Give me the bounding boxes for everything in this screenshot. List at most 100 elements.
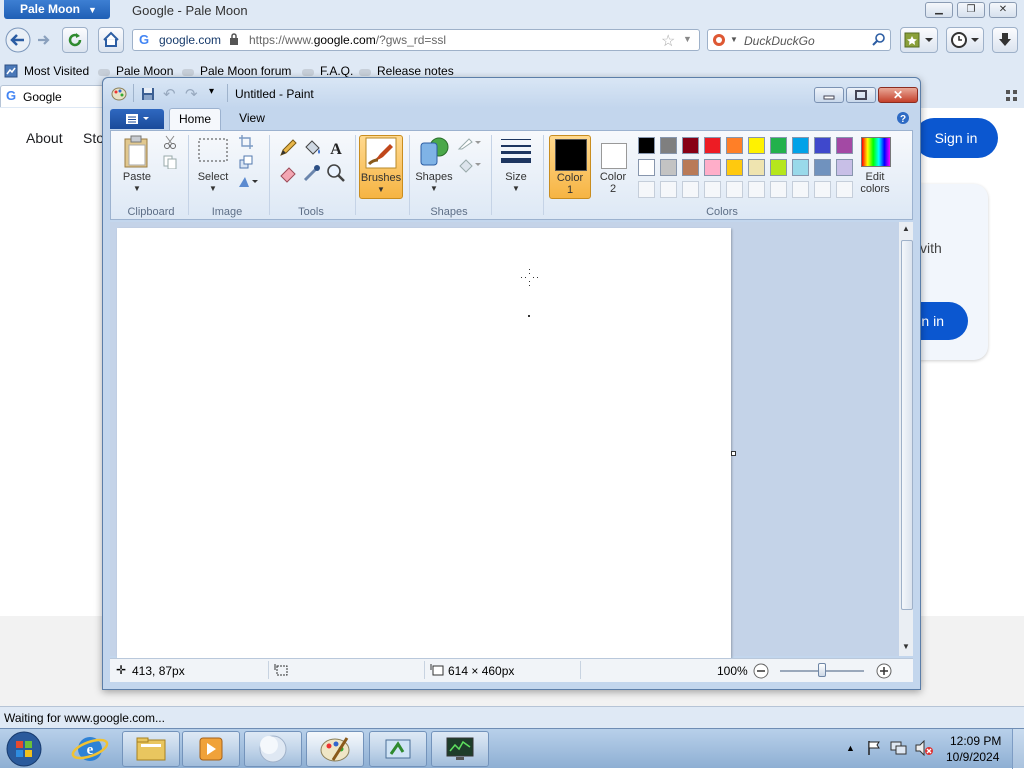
drawing-canvas[interactable] — [117, 228, 731, 658]
taskbar-monitor-app[interactable] — [431, 731, 489, 767]
bookmark-pale-moon-forum[interactable]: Pale Moon forum — [200, 64, 291, 78]
custom-color-slot[interactable] — [660, 181, 677, 198]
qat-customize-icon[interactable]: ▾ — [209, 86, 214, 97]
canvas-resize-handle[interactable] — [731, 451, 736, 456]
clock-time[interactable]: 12:09 PM — [950, 734, 1001, 748]
paint-maximize-button[interactable] — [846, 87, 876, 103]
clock-date[interactable]: 10/9/2024 — [946, 750, 999, 764]
zoom-in-button[interactable] — [876, 663, 892, 679]
outline-icon[interactable] — [457, 135, 483, 151]
search-icon[interactable] — [872, 33, 886, 47]
google-store-link[interactable]: Sto — [83, 130, 104, 146]
scroll-down-icon[interactable]: ▼ — [902, 642, 910, 651]
minimize-button[interactable]: ▁ — [925, 2, 953, 18]
brushes-button[interactable]: Brushes ▼ — [359, 135, 403, 199]
shapes-button[interactable]: Shapes ▼ — [415, 135, 453, 199]
search-engine-dropdown-icon[interactable]: ▼ — [730, 35, 738, 44]
bookmark-star-icon[interactable]: ☆ — [661, 31, 675, 51]
scroll-up-icon[interactable]: ▲ — [902, 224, 910, 233]
crop-icon[interactable] — [239, 135, 253, 149]
palette-swatch[interactable] — [682, 159, 699, 176]
custom-color-slot[interactable] — [682, 181, 699, 198]
palette-swatch[interactable] — [748, 137, 765, 154]
palette-swatch[interactable] — [770, 159, 787, 176]
pencil-icon[interactable] — [277, 137, 299, 159]
bookmark-release-notes[interactable]: Release notes — [377, 64, 454, 78]
palette-swatch[interactable] — [770, 137, 787, 154]
reload-button[interactable] — [62, 27, 88, 53]
close-button[interactable]: ✕ — [989, 2, 1017, 18]
palette-swatch[interactable] — [682, 137, 699, 154]
palette-swatch[interactable] — [814, 159, 831, 176]
custom-color-slot[interactable] — [726, 181, 743, 198]
taskbar-pale-moon[interactable] — [244, 731, 302, 767]
palette-swatch[interactable] — [704, 137, 721, 154]
color-picker-icon[interactable] — [301, 162, 323, 184]
help-icon[interactable]: ? — [896, 111, 910, 125]
show-hidden-icons-icon[interactable]: ▲ — [846, 743, 855, 753]
zoom-slider-thumb[interactable] — [818, 663, 826, 677]
custom-color-slot[interactable] — [770, 181, 787, 198]
google-sign-in-button[interactable]: Sign in — [914, 118, 998, 158]
tab-list-icon[interactable] — [1006, 90, 1018, 102]
edit-colors-button[interactable]: Edit colors — [855, 135, 895, 199]
paint-close-button[interactable]: ✕ — [878, 87, 918, 103]
custom-color-slot[interactable] — [836, 181, 853, 198]
fill-icon[interactable] — [457, 157, 483, 173]
downloads-button[interactable] — [992, 27, 1018, 53]
palette-swatch[interactable] — [660, 159, 677, 176]
palette-swatch[interactable] — [660, 137, 677, 154]
cut-icon[interactable] — [163, 135, 177, 149]
palette-swatch[interactable] — [836, 159, 853, 176]
bookmark-most-visited[interactable]: Most Visited — [24, 64, 89, 78]
resize-icon[interactable] — [239, 155, 253, 169]
custom-color-slot[interactable] — [792, 181, 809, 198]
paint-minimize-button[interactable] — [814, 87, 844, 103]
eraser-icon[interactable] — [277, 162, 299, 184]
palette-swatch[interactable] — [814, 137, 831, 154]
google-about-link[interactable]: About — [26, 130, 63, 146]
palette-swatch[interactable] — [638, 159, 655, 176]
taskbar-explorer[interactable] — [122, 731, 180, 767]
custom-color-slot[interactable] — [814, 181, 831, 198]
show-desktop-button[interactable] — [1012, 729, 1024, 769]
scrollbar-thumb[interactable] — [901, 240, 913, 610]
search-bar[interactable]: ▼ DuckDuckGo — [707, 29, 891, 51]
palette-swatch[interactable] — [726, 159, 743, 176]
paint-file-menu-button[interactable] — [110, 109, 164, 129]
palette-swatch[interactable] — [836, 137, 853, 154]
home-button[interactable] — [98, 27, 124, 53]
rotate-icon[interactable] — [237, 175, 259, 189]
palette-swatch[interactable] — [748, 159, 765, 176]
paste-button[interactable]: Paste ▼ — [119, 135, 155, 199]
save-icon[interactable] — [141, 87, 155, 101]
color1-button[interactable]: Color 1 — [549, 135, 591, 199]
taskbar-paint[interactable] — [306, 731, 364, 767]
bookmark-faq[interactable]: F.A.Q. — [320, 64, 353, 78]
undo-icon[interactable]: ↶ — [163, 85, 176, 103]
redo-icon[interactable]: ↷ — [185, 85, 198, 103]
custom-color-slot[interactable] — [638, 181, 655, 198]
site-identity[interactable]: google.com — [159, 33, 221, 47]
tab-google[interactable]: G Google — [0, 85, 104, 107]
url-text[interactable]: https://www.google.com/?gws_rd=ssl — [249, 33, 446, 47]
magnifier-icon[interactable] — [325, 162, 347, 184]
select-button[interactable]: Select ▼ — [195, 135, 231, 199]
palette-swatch[interactable] — [792, 137, 809, 154]
history-button[interactable] — [946, 27, 984, 53]
size-button[interactable]: Size ▼ — [497, 135, 535, 199]
taskbar-app[interactable] — [369, 731, 427, 767]
custom-color-slot[interactable] — [748, 181, 765, 198]
network-icon[interactable] — [890, 740, 908, 756]
zoom-out-button[interactable] — [753, 663, 769, 679]
palette-swatch[interactable] — [726, 137, 743, 154]
pale-moon-menu-button[interactable]: Pale Moon ▼ — [4, 0, 110, 19]
palette-swatch[interactable] — [792, 159, 809, 176]
url-bar[interactable]: G google.com https://www.google.com/?gws… — [132, 29, 700, 51]
color2-button[interactable]: Color 2 — [593, 135, 633, 199]
taskbar-ie[interactable]: e — [62, 731, 118, 767]
url-dropdown-icon[interactable]: ▼ — [683, 34, 692, 44]
ribbon-tab-home[interactable]: Home — [169, 108, 221, 130]
palette-swatch[interactable] — [704, 159, 721, 176]
text-tool-icon[interactable]: A — [325, 137, 347, 159]
